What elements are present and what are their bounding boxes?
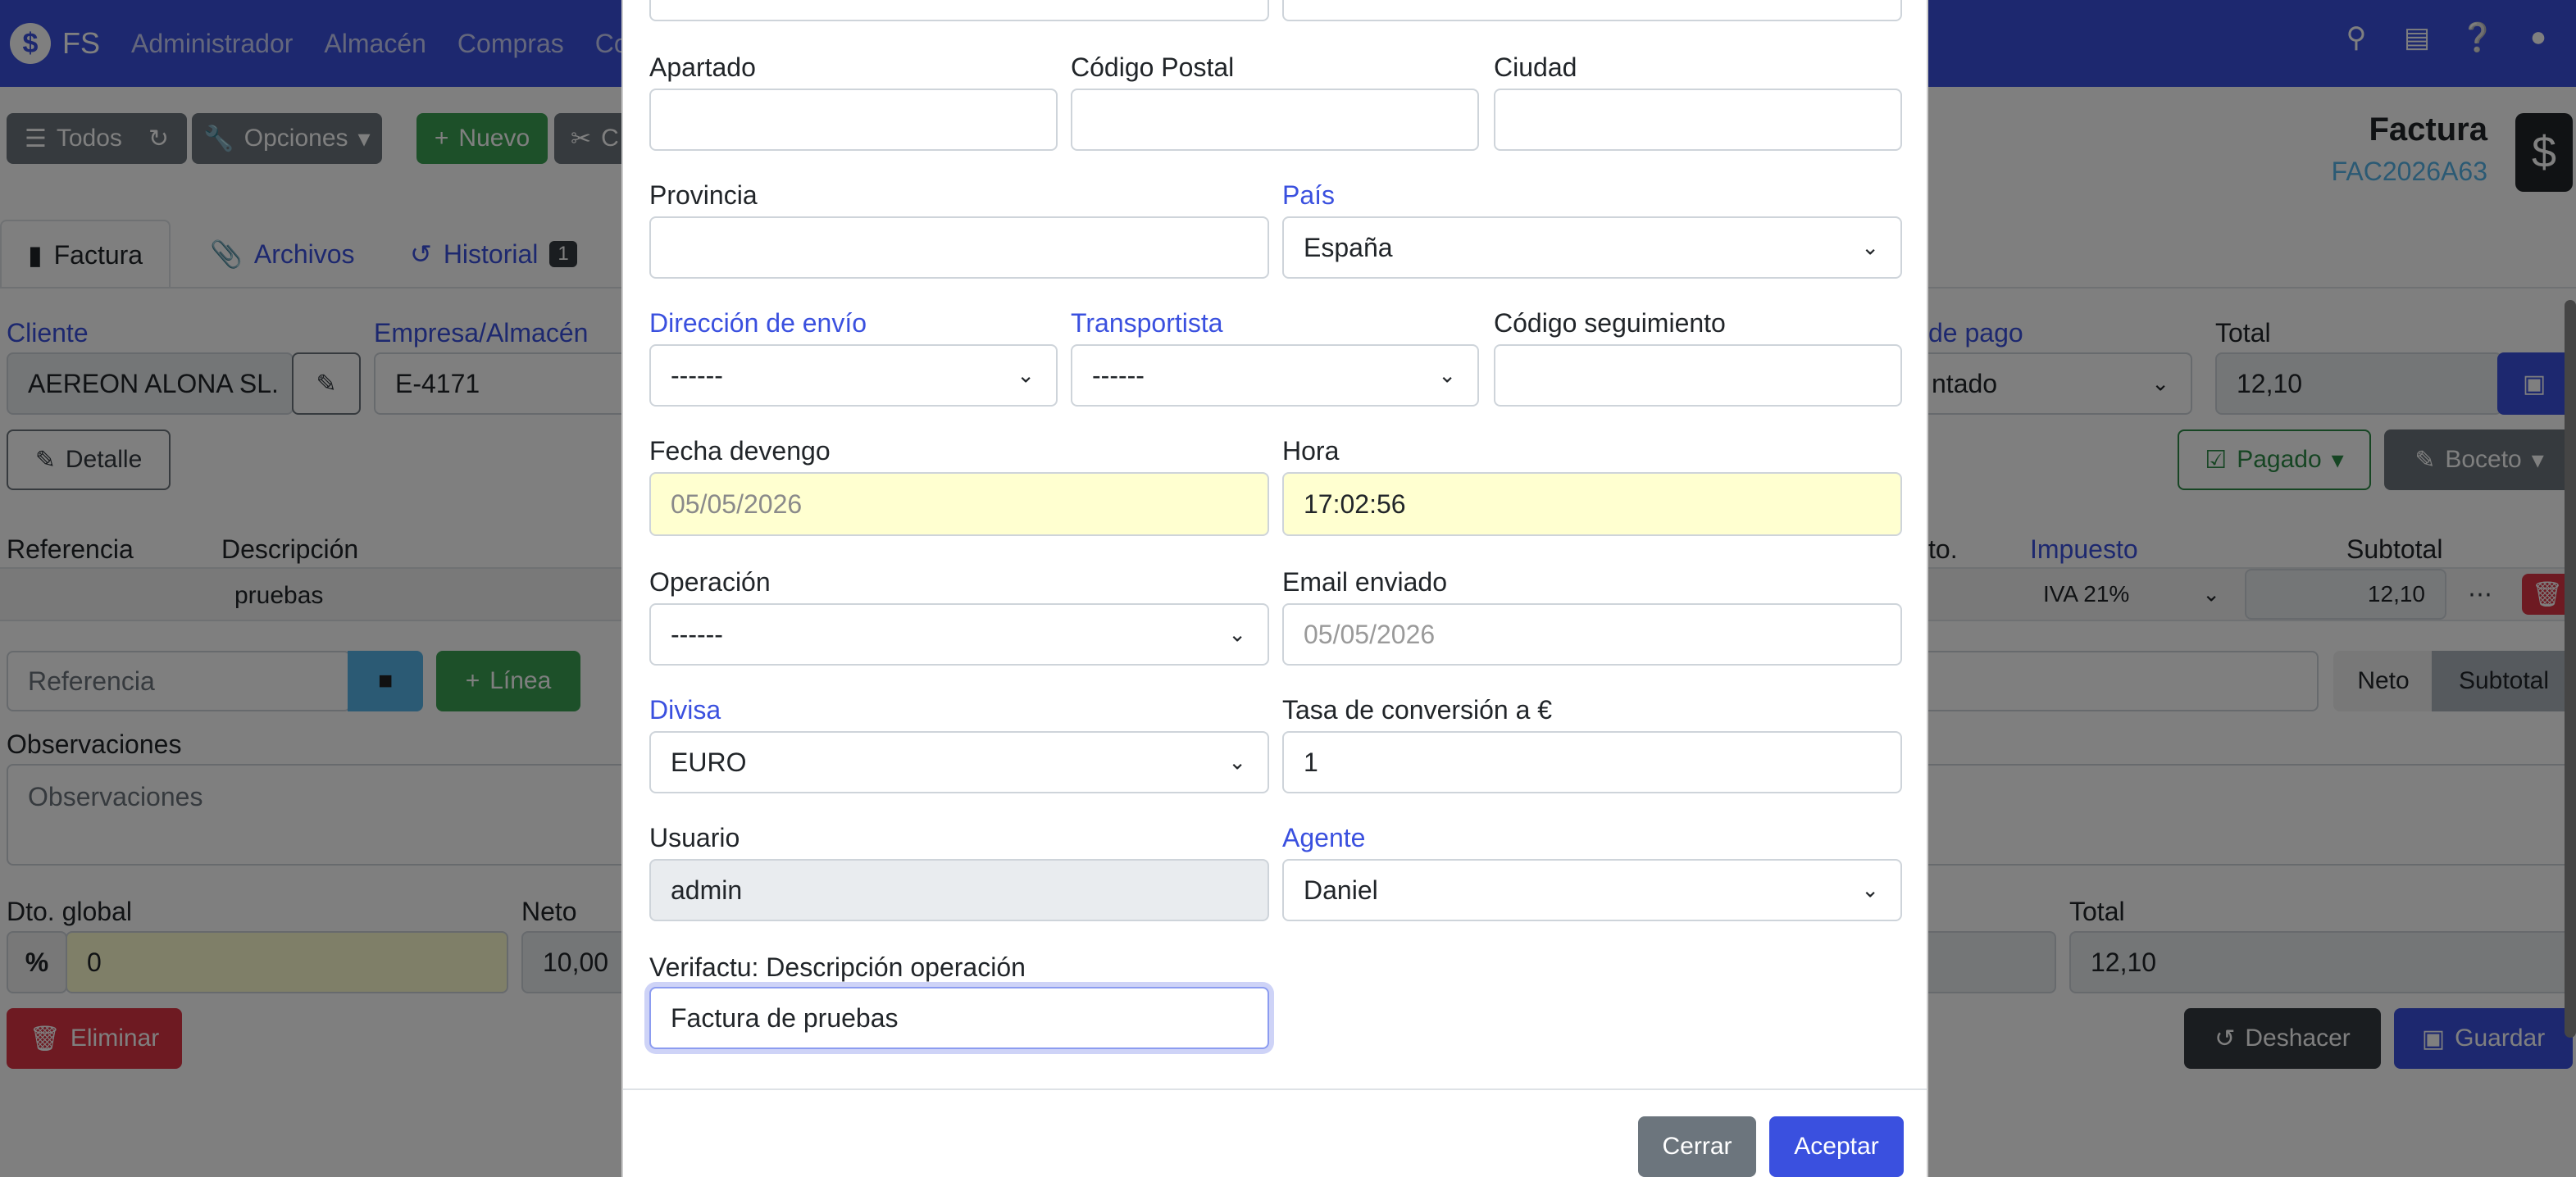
chevron-down-icon: ⌄	[1017, 362, 1035, 388]
ciudad-label: Ciudad	[1494, 52, 1577, 82]
verifactu-descripcion-value: Factura de pruebas	[671, 1002, 899, 1033]
pais-select[interactable]: España ⌄	[1282, 216, 1902, 279]
detalle-modal: Apartado Código Postal Ciudad Provincia …	[621, 0, 1928, 1177]
hora-label: Hora	[1282, 436, 1340, 466]
operacion-label: Operación	[649, 567, 771, 597]
transportista-value: ------	[1092, 360, 1145, 390]
chevron-down-icon: ⌄	[1861, 234, 1879, 260]
codigo-postal-input[interactable]	[1071, 89, 1479, 151]
apartado-label: Apartado	[649, 52, 756, 82]
divisa-label[interactable]: Divisa	[649, 695, 721, 725]
fecha-devengo-value: 05/05/2026	[671, 489, 803, 519]
chevron-down-icon: ⌄	[1228, 749, 1246, 775]
email-enviado-input[interactable]: 05/05/2026	[1282, 603, 1902, 666]
email-enviado-value: 05/05/2026	[1304, 619, 1436, 649]
cerrar-button[interactable]: Cerrar	[1638, 1116, 1756, 1177]
direccion-extra-field-clipped[interactable]	[1282, 0, 1902, 21]
aceptar-label: Aceptar	[1794, 1133, 1879, 1160]
operacion-value: ------	[671, 619, 723, 649]
pais-value: España	[1304, 232, 1393, 262]
tasa-conversion-label: Tasa de conversión a €	[1282, 695, 1553, 725]
chevron-down-icon: ⌄	[1861, 877, 1879, 902]
aceptar-button[interactable]: Aceptar	[1769, 1116, 1904, 1177]
usuario-label: Usuario	[649, 823, 740, 852]
codigo-seguimiento-label: Código seguimiento	[1494, 308, 1726, 338]
apartado-input[interactable]	[649, 89, 1058, 151]
direccion-field-clipped[interactable]	[649, 0, 1269, 21]
tasa-conversion-input[interactable]: 1	[1282, 731, 1902, 793]
hora-value: 17:02:56	[1304, 489, 1406, 519]
operacion-select[interactable]: ------ ⌄	[649, 603, 1269, 666]
fecha-devengo-label: Fecha devengo	[649, 436, 831, 466]
usuario-field: admin	[649, 859, 1269, 921]
direccion-envio-label[interactable]: Dirección de envío	[649, 308, 867, 339]
usuario-value: admin	[671, 875, 743, 905]
verifactu-label: Verifactu: Descripción operación	[649, 952, 1026, 982]
agente-value: Daniel	[1304, 875, 1378, 905]
transportista-select[interactable]: ------ ⌄	[1071, 344, 1479, 407]
divisa-select[interactable]: EURO ⌄	[649, 731, 1269, 793]
direccion-envio-select[interactable]: ------ ⌄	[649, 344, 1058, 407]
provincia-input[interactable]	[649, 216, 1269, 279]
chevron-down-icon: ⌄	[1438, 362, 1456, 388]
chevron-down-icon: ⌄	[1228, 621, 1246, 647]
modal-footer-divider	[623, 1088, 1927, 1090]
cerrar-label: Cerrar	[1662, 1133, 1732, 1160]
pais-label[interactable]: País	[1282, 180, 1335, 211]
codigo-seguimiento-input[interactable]	[1494, 344, 1902, 407]
verifactu-descripcion-input[interactable]: Factura de pruebas	[649, 987, 1269, 1049]
direccion-envio-value: ------	[671, 360, 723, 390]
codigo-postal-label: Código Postal	[1071, 52, 1235, 82]
hora-input[interactable]: 17:02:56	[1282, 472, 1902, 536]
divisa-value: EURO	[671, 747, 747, 777]
agente-select[interactable]: Daniel ⌄	[1282, 859, 1902, 921]
ciudad-input[interactable]	[1494, 89, 1902, 151]
email-enviado-label: Email enviado	[1282, 567, 1447, 597]
tasa-conversion-value: 1	[1304, 747, 1318, 777]
transportista-label[interactable]: Transportista	[1071, 308, 1223, 339]
provincia-label: Provincia	[649, 180, 758, 210]
agente-label[interactable]: Agente	[1282, 823, 1365, 853]
fecha-devengo-input[interactable]: 05/05/2026	[649, 472, 1269, 536]
